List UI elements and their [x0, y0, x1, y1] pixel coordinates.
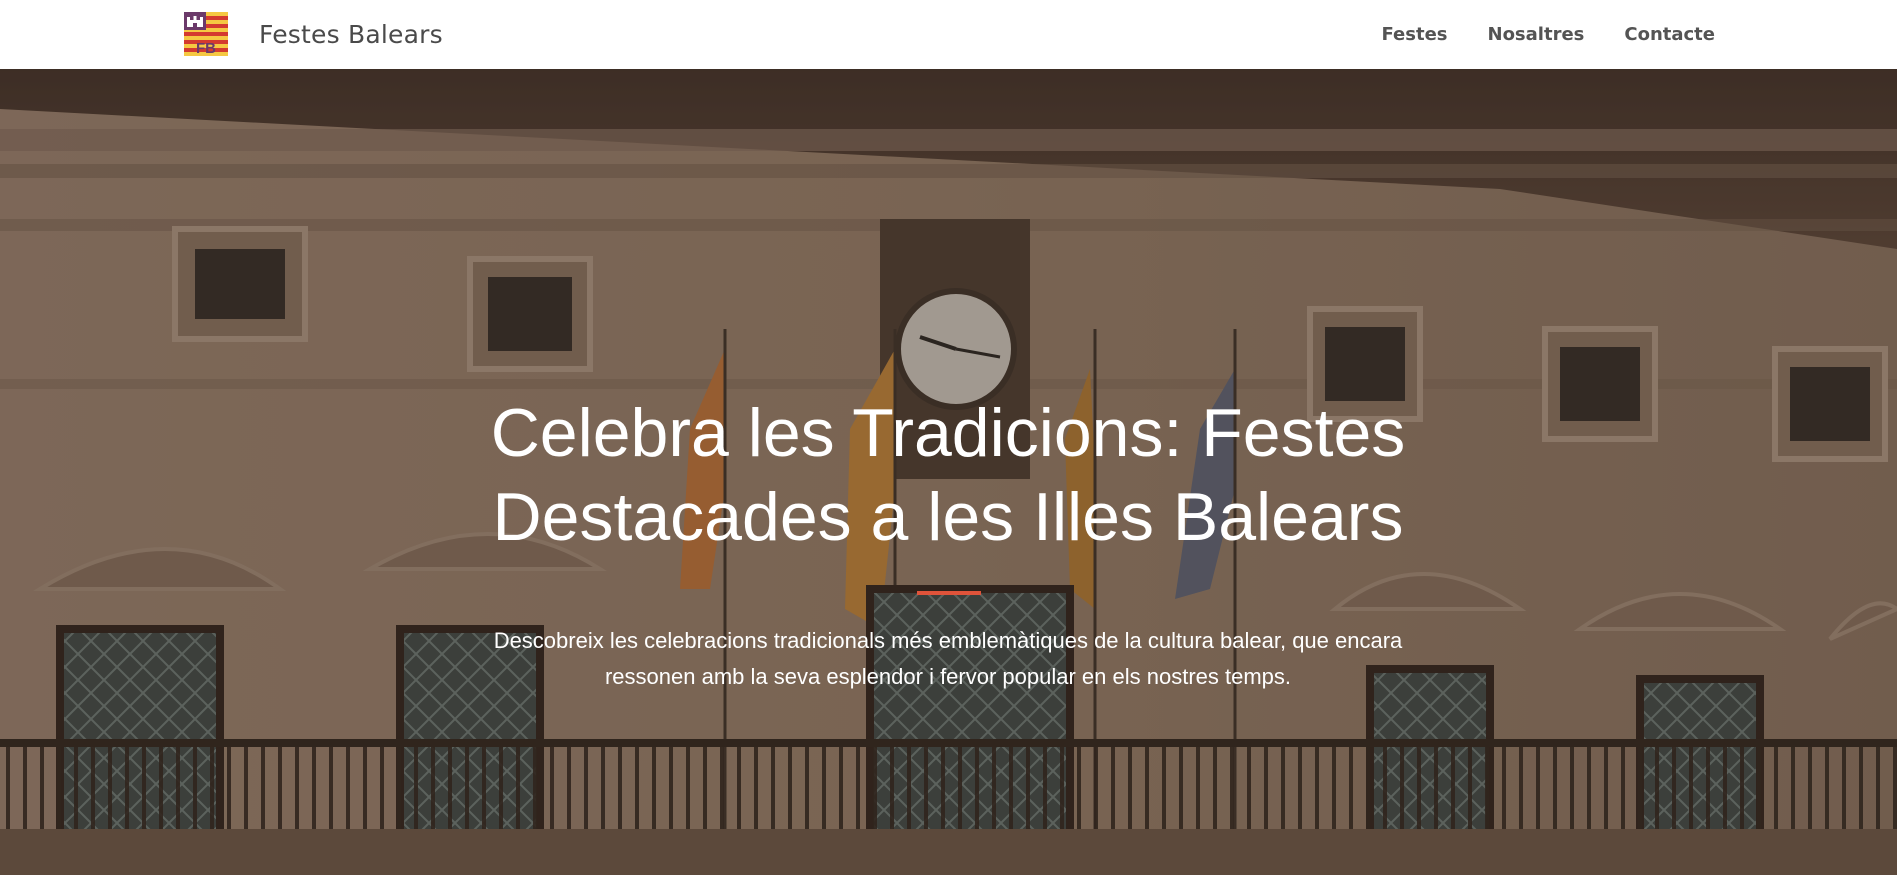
main-nav: Festes Nosaltres Contacte — [1381, 0, 1715, 69]
nav-link-festes[interactable]: Festes — [1381, 24, 1447, 45]
nav-link-nosaltres[interactable]: Nosaltres — [1488, 24, 1585, 45]
balearic-flag-logo-icon: FB — [184, 12, 228, 56]
nav-link-contacte[interactable]: Contacte — [1624, 24, 1715, 45]
brand-home-link[interactable]: FB Festes Balears — [184, 12, 443, 56]
top-navbar: FB Festes Balears Festes Nosaltres Conta… — [0, 0, 1897, 69]
hero-subtitle: Descobreix les celebracions tradicionals… — [493, 628, 1403, 689]
brand-name: Festes Balears — [259, 19, 443, 49]
hero-title: Celebra les Tradicions: Festes Destacade… — [490, 395, 1406, 555]
hero-section: Celebra les Tradicions: Festes Destacade… — [0, 69, 1897, 875]
hero-content: Celebra les Tradicions: Festes Destacade… — [0, 69, 1897, 875]
logo-letters: FB — [196, 40, 216, 56]
hero-divider — [917, 591, 981, 595]
